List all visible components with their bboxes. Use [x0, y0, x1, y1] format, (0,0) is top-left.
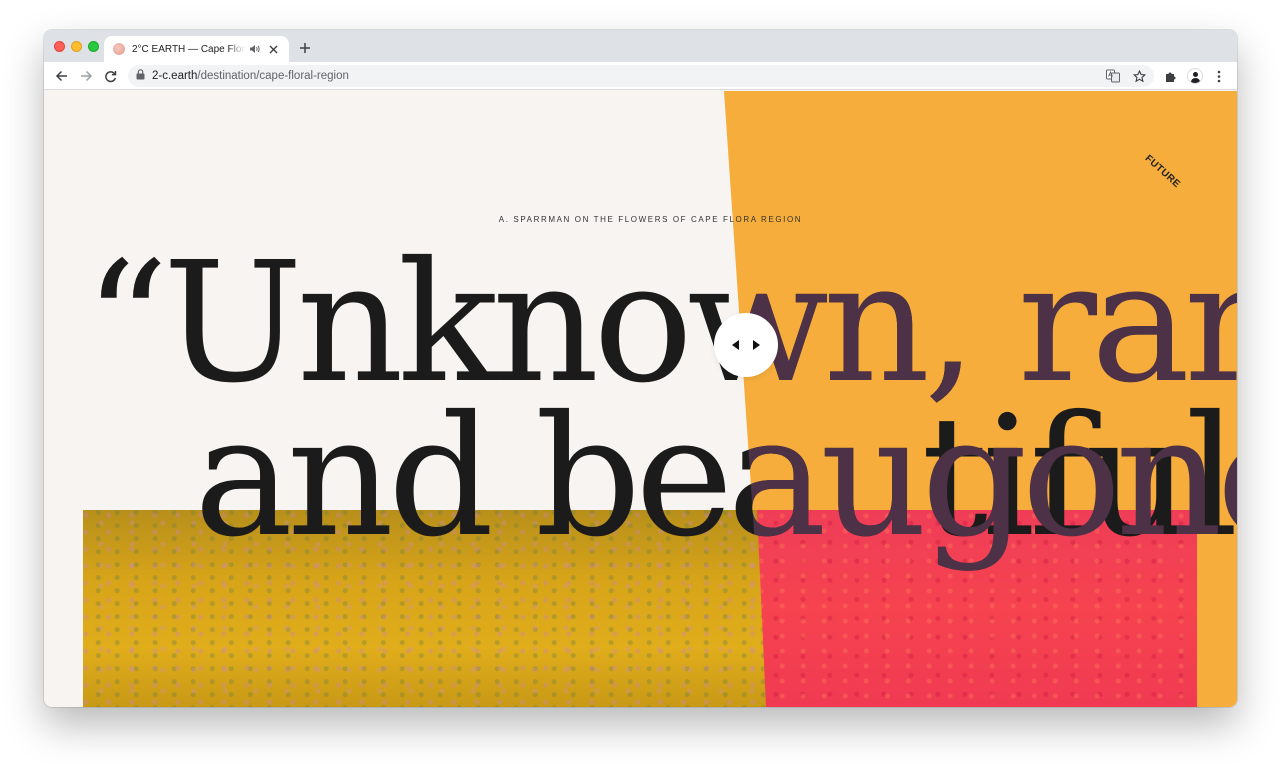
zoom-window-button[interactable] — [88, 41, 99, 52]
arrow-right-icon — [753, 340, 760, 350]
page-content: FUTURE A. Sparrman on the flowers of Cap… — [44, 91, 1237, 707]
star-icon[interactable] — [1131, 68, 1147, 84]
minimize-window-button[interactable] — [71, 41, 82, 52]
forward-arrow-icon[interactable] — [77, 67, 95, 85]
profile-avatar[interactable] — [1186, 67, 1204, 85]
translate-icon[interactable] — [1105, 68, 1121, 84]
speaker-icon[interactable] — [248, 42, 262, 56]
arrow-left-icon — [732, 340, 739, 350]
compare-slider-handle[interactable] — [714, 313, 778, 377]
reload-icon[interactable] — [101, 67, 119, 85]
browser-tab[interactable]: 2°C EARTH — Cape Floral Region — [104, 36, 289, 62]
plus-icon[interactable] — [296, 39, 314, 57]
tab-title: 2°C EARTH — Cape Floral Region — [132, 43, 245, 55]
browser-toolbar: 2-c.earth/destination/cape-floral-region — [44, 62, 1237, 90]
close-window-button[interactable] — [54, 41, 65, 52]
more-menu-icon[interactable] — [1210, 67, 1228, 85]
extensions-puzzle-icon[interactable] — [1161, 67, 1179, 85]
url-text: 2-c.earth/destination/cape-floral-region — [152, 70, 349, 82]
browser-window: 2°C EARTH — Cape Floral Region 2-c.ear — [44, 30, 1237, 707]
back-arrow-icon[interactable] — [52, 67, 70, 85]
lock-icon — [136, 67, 145, 85]
tab-strip: 2°C EARTH — Cape Floral Region — [44, 30, 1237, 62]
url-path: /destination/cape-floral-region — [197, 70, 349, 82]
avatar — [1187, 68, 1203, 84]
url-host: 2-c.earth — [152, 70, 198, 82]
address-bar[interactable]: 2-c.earth/destination/cape-floral-region — [128, 65, 1154, 87]
close-icon[interactable] — [265, 41, 281, 57]
site-favicon-icon — [113, 43, 125, 55]
